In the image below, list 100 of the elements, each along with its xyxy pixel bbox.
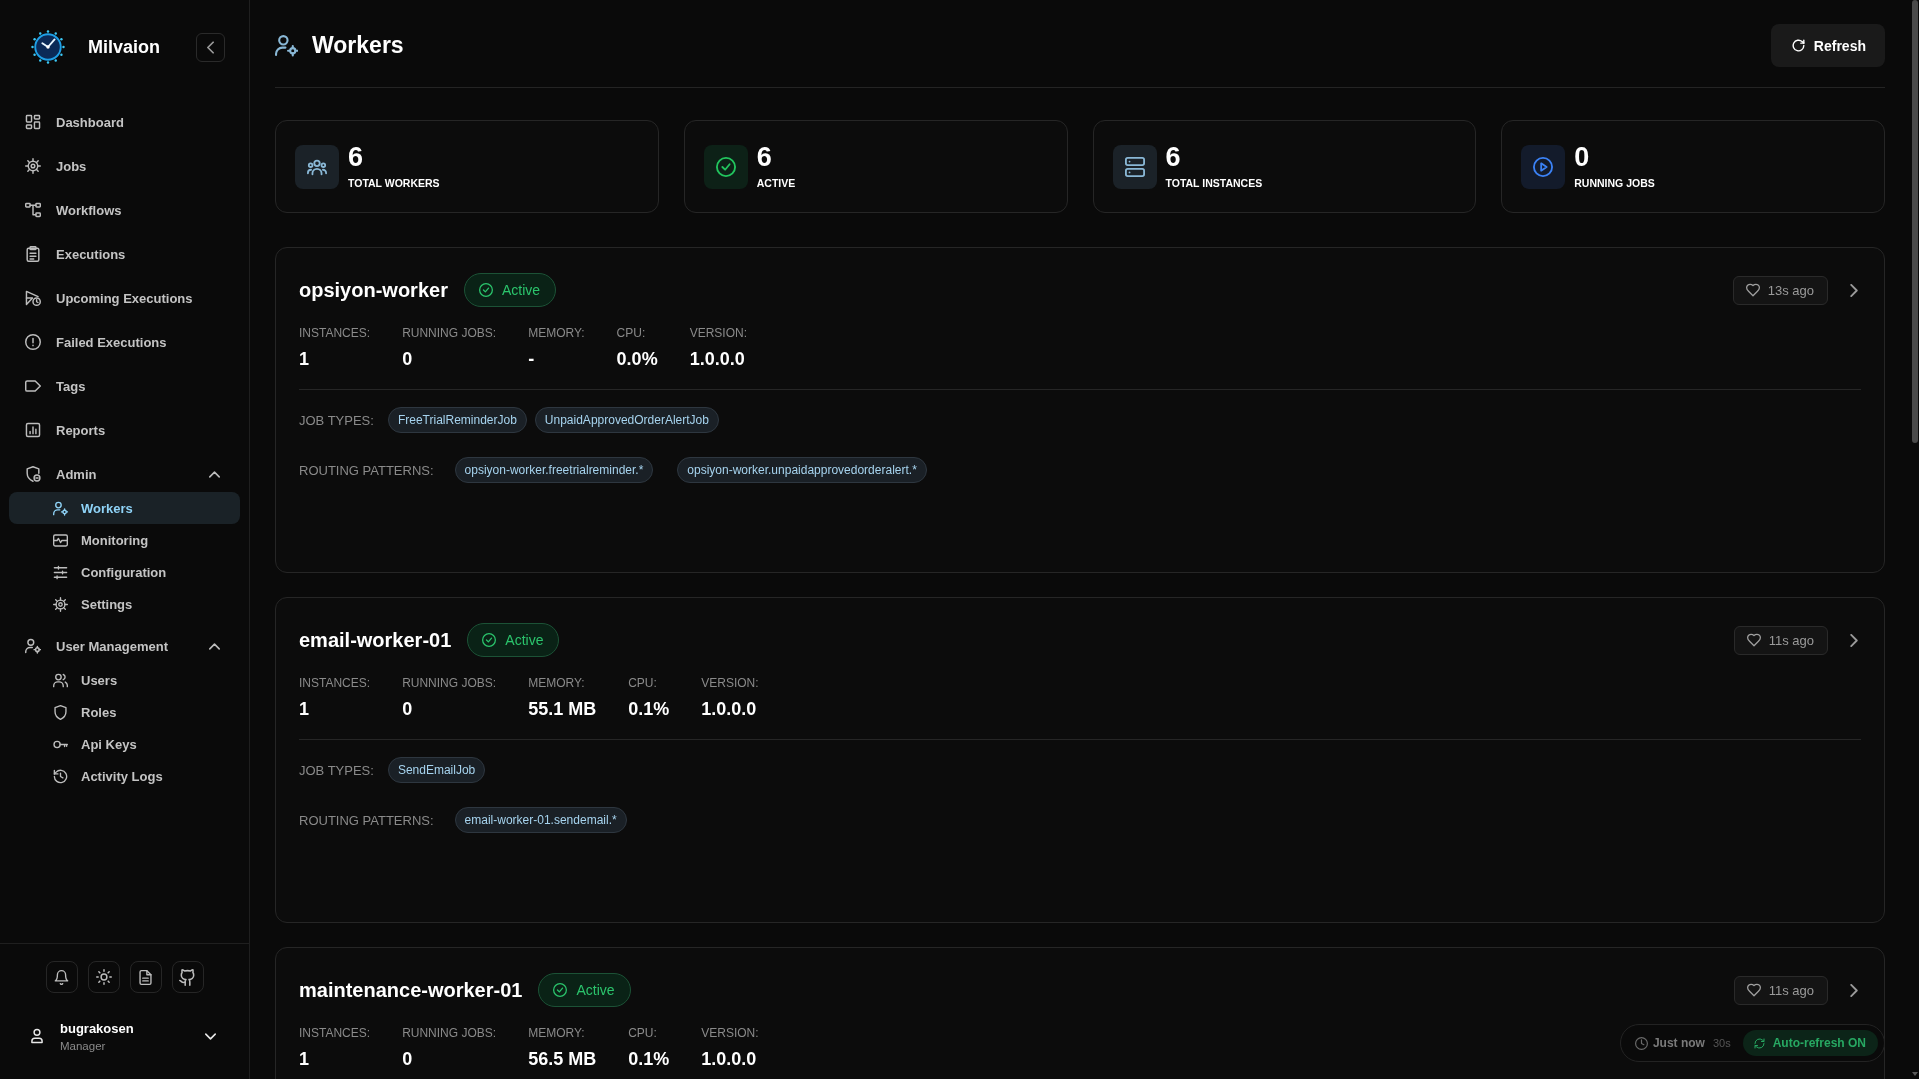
metric-label: CPU: xyxy=(628,1025,658,1041)
user-role: Manager xyxy=(60,1039,107,1052)
refresh-button[interactable]: Refresh xyxy=(1770,24,1885,67)
routing-patterns-label: ROUTING PATTERNS: xyxy=(299,812,434,828)
clipboard-icon xyxy=(25,246,41,262)
nav-subitem[interactable]: Settings xyxy=(9,588,240,620)
sun-icon xyxy=(95,969,112,985)
check-circle-icon xyxy=(482,633,497,647)
stat-value: 0 xyxy=(1574,143,1591,171)
auto-refresh-button[interactable]: Auto-refresh ON xyxy=(1742,1030,1878,1056)
last-updated: Just now xyxy=(1652,1036,1705,1050)
status-label: Active xyxy=(505,632,544,648)
metric-value: - xyxy=(528,348,536,371)
scrollbar-thumb[interactable] xyxy=(1912,0,1918,443)
chevron-up-icon xyxy=(209,640,220,652)
metric-label: INSTANCES: xyxy=(299,1025,371,1041)
metric-value: 1.0.0.0 xyxy=(701,1048,758,1071)
heartbeat-time: 11s ago xyxy=(1768,982,1814,998)
refresh-icon xyxy=(1791,39,1805,52)
metric-value: 0 xyxy=(402,698,414,721)
nav-subitem[interactable]: Activity Logs xyxy=(9,760,240,792)
user-gear-icon xyxy=(25,638,41,654)
worker-name: maintenance-worker-01 xyxy=(299,978,523,1002)
user-gear-icon xyxy=(53,500,68,516)
metric-label: VERSION: xyxy=(701,675,759,691)
metric-value: 55.1 MB xyxy=(528,698,597,721)
nav-subitem[interactable]: Users xyxy=(9,664,240,696)
stat-value: 6 xyxy=(1165,143,1182,171)
dashboard-icon xyxy=(25,114,41,130)
chevron-right-icon[interactable] xyxy=(1850,283,1858,297)
collapse-button[interactable] xyxy=(196,32,225,62)
metric-label: RUNNING JOBS: xyxy=(402,1025,497,1041)
users-icon xyxy=(53,672,68,688)
job-type-tag: SendEmailJob xyxy=(387,757,486,783)
metric-label: MEMORY: xyxy=(528,675,586,691)
nav-item[interactable]: Executions xyxy=(9,236,240,272)
nav-item[interactable]: Reports xyxy=(9,412,240,448)
metric-label: MEMORY: xyxy=(528,1025,586,1041)
document-button[interactable] xyxy=(129,961,162,993)
chevron-up-icon xyxy=(209,468,220,480)
history-icon xyxy=(53,768,68,784)
nav-group[interactable]: Admin xyxy=(9,456,240,492)
brand-name: Milvaion xyxy=(88,36,161,58)
server-icon xyxy=(1112,144,1157,189)
heart-icon xyxy=(1746,983,1761,997)
stat-label: RUNNING JOBS xyxy=(1574,176,1655,190)
status-label: Active xyxy=(501,282,541,298)
file-icon xyxy=(138,969,153,985)
nav-item[interactable]: Tags xyxy=(9,368,240,404)
job-types-label: JOB TYPES: xyxy=(299,762,374,778)
chevron-right-icon[interactable] xyxy=(1850,983,1858,997)
refresh-icon xyxy=(1753,1037,1765,1049)
refresh-interval: 30s xyxy=(1712,1037,1731,1049)
nav-group[interactable]: User Management xyxy=(9,628,240,664)
cat-logo-icon xyxy=(179,968,196,986)
metric-value: 56.5 MB xyxy=(528,1048,597,1071)
workflow-icon xyxy=(25,202,41,218)
metric-value: 0 xyxy=(402,348,414,371)
gear-icon xyxy=(25,158,41,174)
job-types-label: JOB TYPES: xyxy=(299,412,374,428)
repository-button[interactable] xyxy=(171,961,204,993)
chevron-down-icon[interactable] xyxy=(205,1030,216,1042)
heartbeat-time: 13s ago xyxy=(1767,282,1814,298)
nav-item[interactable]: Failed Executions xyxy=(9,324,240,360)
metric-label: VERSION: xyxy=(689,325,747,341)
job-type-tag: FreeTrialReminderJob xyxy=(387,407,527,433)
user-name: bugrakosen xyxy=(60,1020,135,1036)
stat-value: 6 xyxy=(756,143,773,171)
metric-value: 0 xyxy=(402,1048,414,1071)
metric-label: CPU: xyxy=(628,675,658,691)
nav-subitem[interactable]: Api Keys xyxy=(9,728,240,760)
nav-item[interactable]: Upcoming Executions xyxy=(9,280,240,316)
stat-label: ACTIVE xyxy=(756,176,796,190)
bar-chart-icon xyxy=(25,422,41,438)
nav-item[interactable]: Dashboard xyxy=(9,104,240,140)
sliders-icon xyxy=(53,564,68,580)
status-label: Active xyxy=(576,982,615,998)
heartbeat-time: 11s ago xyxy=(1768,632,1814,648)
nav-subitem[interactable]: Workers xyxy=(9,492,240,524)
nav-item[interactable]: Jobs xyxy=(9,148,240,184)
chevron-right-icon[interactable] xyxy=(1850,633,1858,647)
metric-label: VERSION: xyxy=(701,1025,759,1041)
nav-item[interactable]: Workflows xyxy=(9,192,240,228)
theme-button[interactable] xyxy=(87,961,120,993)
metric-value: 0.1% xyxy=(628,698,670,721)
tag-icon xyxy=(25,378,41,394)
bell-icon xyxy=(54,969,69,985)
user-gear-icon xyxy=(275,34,298,57)
routing-patterns-label: ROUTING PATTERNS: xyxy=(299,462,434,478)
scroll-down-icon[interactable] xyxy=(1912,1072,1918,1076)
metric-value: 0.0% xyxy=(616,348,658,371)
notifications-button[interactable] xyxy=(45,961,78,993)
user-icon xyxy=(29,1028,45,1044)
nav-subitem[interactable]: Roles xyxy=(9,696,240,728)
alert-icon xyxy=(25,334,41,350)
metric-value: 1 xyxy=(299,1048,310,1071)
nav-subitem[interactable]: Configuration xyxy=(9,556,240,588)
metric-value: 1 xyxy=(299,698,310,721)
nav-subitem[interactable]: Monitoring xyxy=(9,524,240,556)
metric-label: INSTANCES: xyxy=(299,675,371,691)
